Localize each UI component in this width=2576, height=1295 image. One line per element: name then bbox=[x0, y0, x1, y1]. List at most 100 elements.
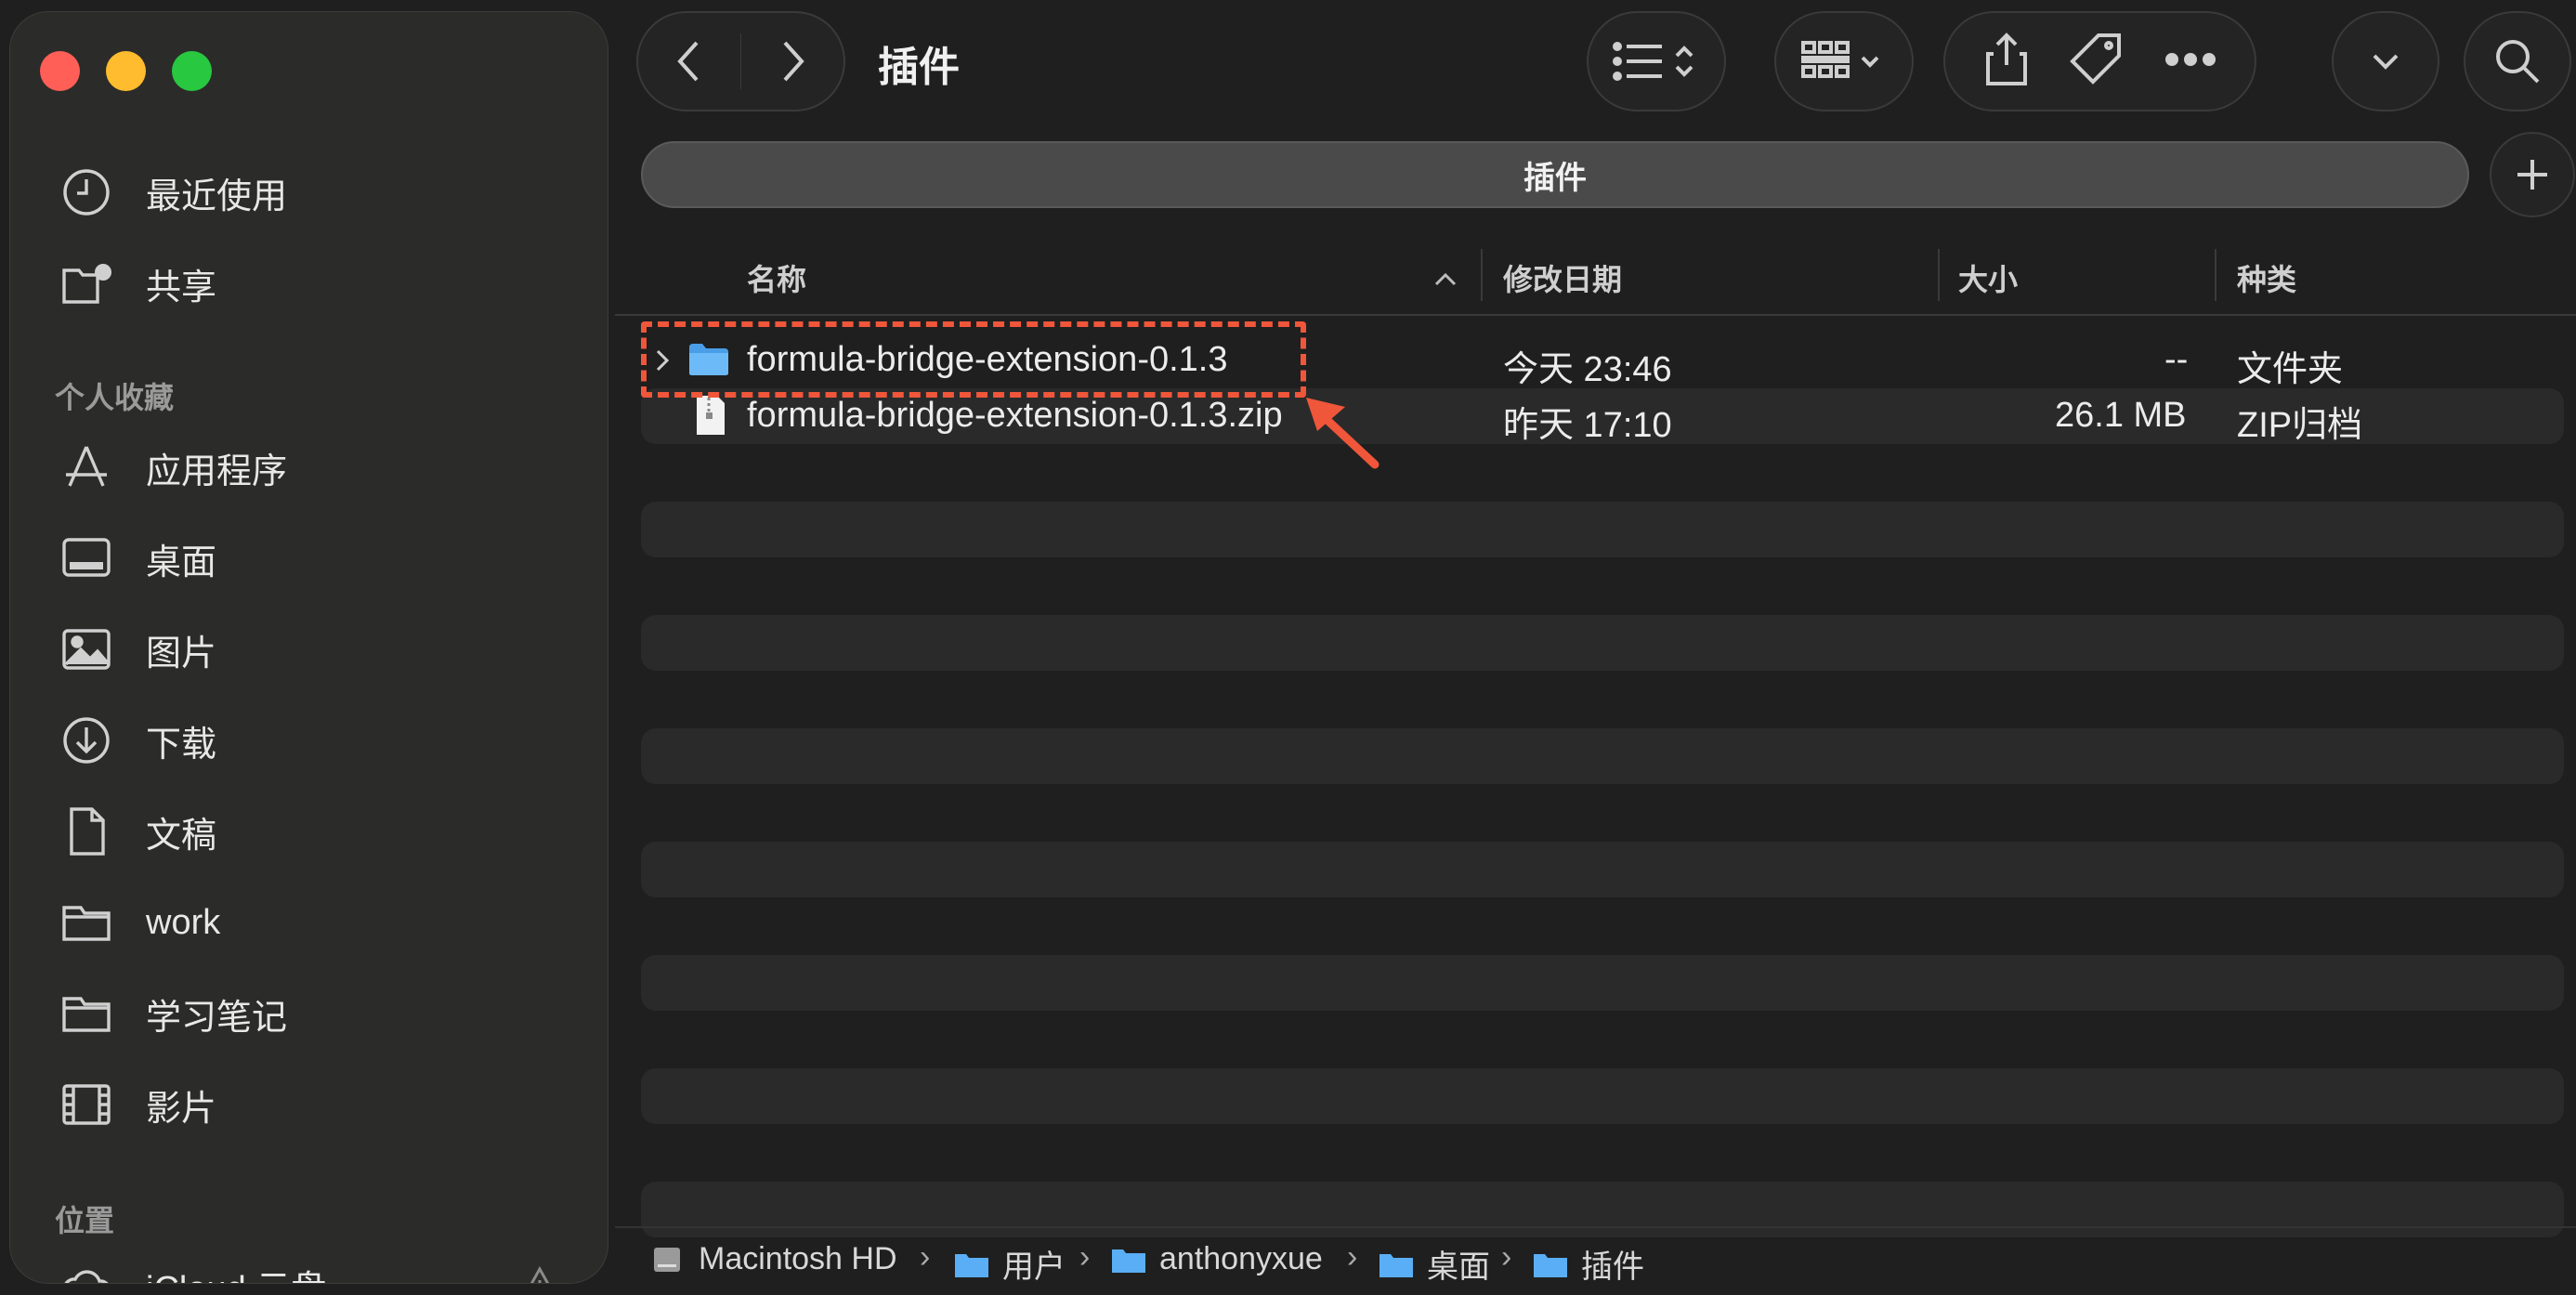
film-icon bbox=[59, 1077, 114, 1132]
nav-buttons bbox=[636, 11, 845, 111]
warning-icon bbox=[519, 1265, 560, 1283]
sidebar-item-label: 应用程序 bbox=[146, 451, 288, 491]
close-button[interactable] bbox=[40, 51, 80, 91]
sidebar-item-work[interactable]: work bbox=[59, 885, 220, 960]
group-button[interactable] bbox=[1774, 11, 1914, 111]
column-name[interactable]: 名称 bbox=[747, 256, 806, 299]
share-button[interactable] bbox=[1984, 32, 2029, 92]
tab-plugins[interactable]: 插件 bbox=[641, 141, 2469, 208]
path-item[interactable]: 插件 bbox=[1533, 1241, 1644, 1287]
folder-icon bbox=[59, 895, 114, 950]
folder-icon bbox=[1534, 1253, 1567, 1277]
desktop-icon bbox=[59, 530, 114, 586]
sidebar-item-shared[interactable]: 共享 bbox=[59, 246, 216, 320]
document-icon bbox=[59, 804, 114, 859]
sidebar-item-label: 学习笔记 bbox=[146, 998, 288, 1038]
more-button[interactable] bbox=[2164, 50, 2216, 73]
view-mode-button[interactable] bbox=[1587, 11, 1726, 111]
annotation-arrow-icon bbox=[1306, 398, 1380, 469]
row-stripe bbox=[641, 728, 2564, 784]
download-icon bbox=[59, 713, 114, 768]
row-stripe bbox=[641, 502, 2564, 557]
column-header: 名称 修改日期 大小 种类 bbox=[615, 243, 2576, 316]
favorites-header: 个人收藏 bbox=[55, 381, 175, 414]
action-group bbox=[1943, 11, 2256, 111]
sidebar-item-label: 下载 bbox=[146, 725, 217, 765]
path-item[interactable]: 桌面 bbox=[1379, 1241, 1490, 1287]
path-item[interactable]: 用户 bbox=[954, 1241, 1066, 1287]
tag-button[interactable] bbox=[2069, 32, 2125, 92]
row-stripe bbox=[641, 615, 2564, 671]
path-separator-icon: › bbox=[1079, 1239, 1091, 1275]
column-size[interactable]: 大小 bbox=[1958, 256, 2018, 299]
dropdown-button[interactable] bbox=[2332, 11, 2439, 111]
path-bar: Macintosh HD › 用户 › anthonyxue › 桌面 › 插件 bbox=[615, 1226, 2576, 1295]
annotation-highlight-box bbox=[641, 321, 1306, 398]
new-tab-button[interactable] bbox=[2490, 132, 2575, 217]
folder-icon bbox=[59, 986, 114, 1041]
applications-icon bbox=[59, 439, 114, 495]
file-size: -- bbox=[2164, 340, 2189, 379]
back-button[interactable] bbox=[638, 13, 740, 110]
file-kind: ZIP归档 bbox=[2237, 406, 2363, 445]
chevron-right-icon bbox=[783, 41, 804, 82]
window-title: 插件 bbox=[878, 45, 960, 90]
search-icon bbox=[2496, 40, 2540, 84]
sort-ascending-icon[interactable] bbox=[1432, 271, 1458, 288]
zip-file-icon bbox=[697, 396, 725, 435]
file-size: 26.1 MB bbox=[2055, 396, 2187, 435]
more-icon bbox=[2164, 52, 2216, 66]
share-icon bbox=[1985, 32, 2027, 85]
sidebar-item-recents[interactable]: 最近使用 bbox=[59, 155, 287, 229]
row-stripe bbox=[641, 955, 2564, 1011]
sidebar-item-label: 文稿 bbox=[146, 816, 217, 856]
shared-folder-icon bbox=[59, 255, 114, 311]
sidebar-item-desktop[interactable]: 桌面 bbox=[59, 521, 216, 595]
path-item[interactable]: anthonyxue bbox=[1111, 1241, 1323, 1277]
sidebar: 最近使用 共享 个人收藏 应用程序 桌面 图片 下载 文稿 work 学习笔记 … bbox=[9, 11, 608, 1284]
chevron-left-icon bbox=[677, 41, 699, 82]
sidebar-item-label: work bbox=[146, 902, 221, 942]
sidebar-item-icloud[interactable]: iCloud 云盘 bbox=[59, 1248, 326, 1284]
sidebar-item-movies[interactable]: 影片 bbox=[59, 1067, 216, 1142]
list-view-icon bbox=[1613, 42, 1693, 81]
file-name: formula-bridge-extension-0.1.3.zip bbox=[747, 396, 1283, 435]
home-folder-icon bbox=[1112, 1249, 1145, 1273]
window-controls bbox=[40, 51, 212, 91]
sidebar-item-label: iCloud 云盘 bbox=[146, 1260, 326, 1284]
cloud-icon bbox=[59, 1257, 114, 1283]
path-separator-icon: › bbox=[1501, 1239, 1512, 1275]
column-date[interactable]: 修改日期 bbox=[1503, 256, 1622, 299]
minimize-button[interactable] bbox=[106, 51, 146, 91]
sidebar-item-pictures[interactable]: 图片 bbox=[59, 612, 216, 687]
sidebar-item-label: 图片 bbox=[146, 634, 217, 674]
sidebar-item-label: 桌面 bbox=[146, 543, 217, 582]
forward-button[interactable] bbox=[741, 13, 843, 110]
folder-icon bbox=[955, 1253, 988, 1277]
column-kind[interactable]: 种类 bbox=[2237, 256, 2296, 299]
sidebar-item-applications[interactable]: 应用程序 bbox=[59, 430, 287, 504]
clock-icon bbox=[59, 164, 114, 220]
sidebar-item-label: 最近使用 bbox=[146, 177, 288, 216]
sidebar-item-label: 影片 bbox=[146, 1089, 217, 1129]
hard-drive-icon bbox=[654, 1247, 680, 1272]
grid-icon bbox=[1801, 41, 1879, 78]
sidebar-item-downloads[interactable]: 下载 bbox=[59, 703, 216, 778]
locations-header: 位置 bbox=[55, 1204, 115, 1237]
path-item[interactable]: Macintosh HD bbox=[650, 1241, 897, 1277]
row-stripe bbox=[641, 1068, 2564, 1124]
path-separator-icon: › bbox=[920, 1239, 931, 1275]
sidebar-item-label: 共享 bbox=[146, 268, 217, 307]
sidebar-item-study-notes[interactable]: 学习笔记 bbox=[59, 976, 287, 1051]
zoom-button[interactable] bbox=[172, 51, 212, 91]
pictures-icon bbox=[59, 621, 114, 677]
file-kind: 文件夹 bbox=[2237, 350, 2344, 389]
plus-icon bbox=[2517, 160, 2547, 190]
sidebar-item-documents[interactable]: 文稿 bbox=[59, 794, 216, 869]
file-date: 昨天 17:10 bbox=[1503, 406, 1672, 445]
row-stripe bbox=[641, 842, 2564, 897]
path-separator-icon: › bbox=[1347, 1239, 1358, 1275]
chevron-down-icon bbox=[2373, 54, 2399, 70]
tag-icon bbox=[2069, 33, 2121, 85]
search-button[interactable] bbox=[2464, 11, 2571, 111]
